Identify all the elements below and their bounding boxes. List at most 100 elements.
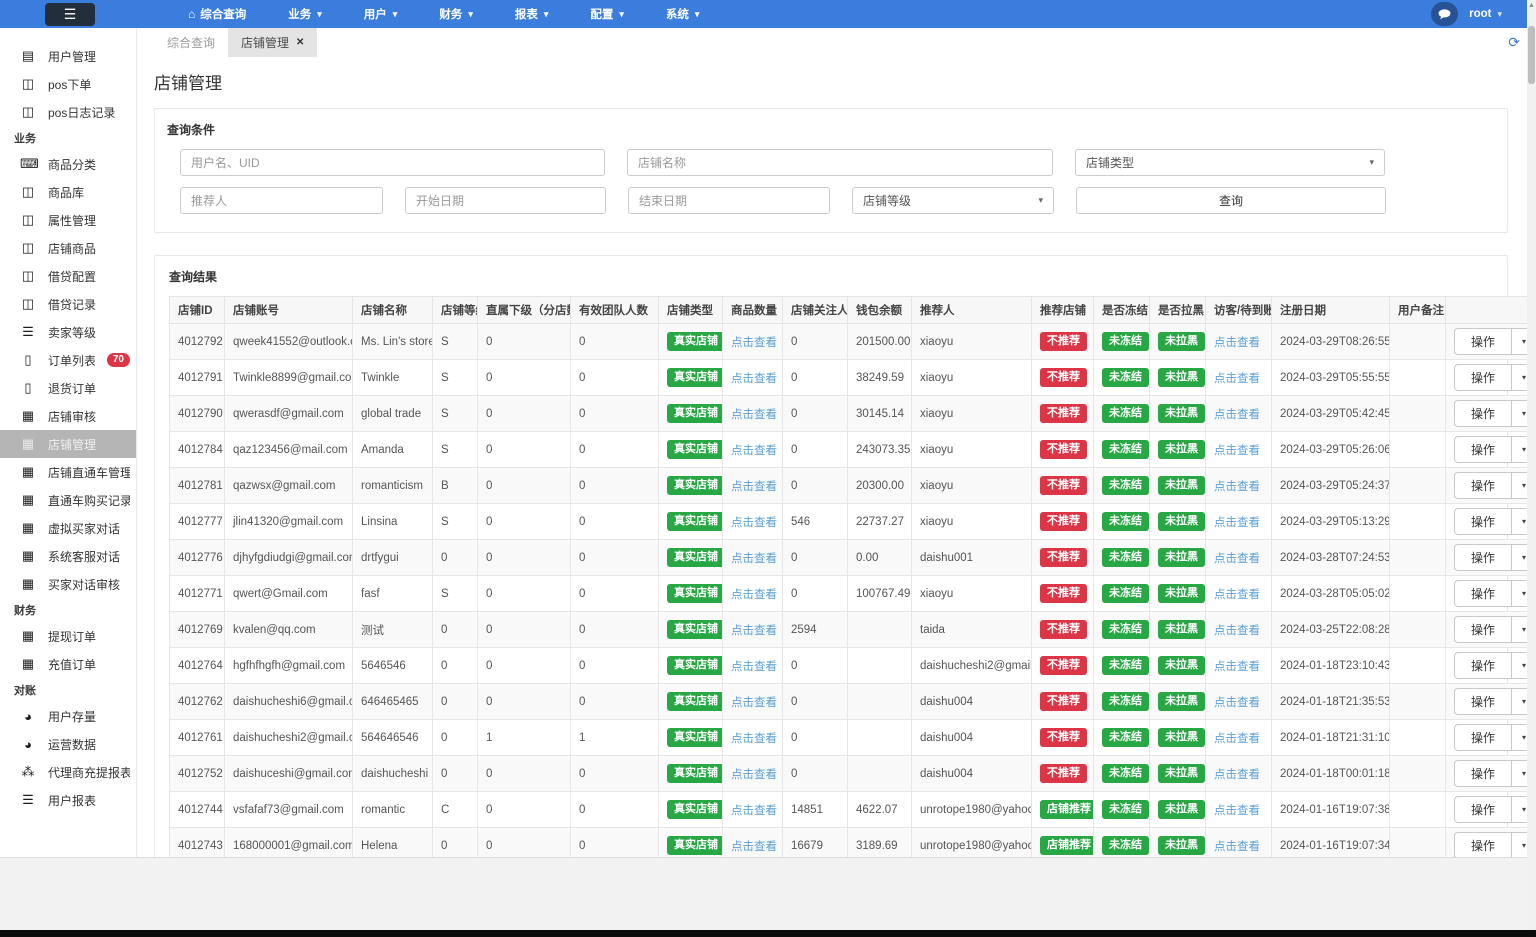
visit-view-link[interactable]: 点击查看 — [1214, 481, 1260, 493]
refresh-button[interactable]: ⟳ — [1508, 28, 1520, 57]
goods-view-link[interactable]: 点击查看 — [731, 661, 777, 673]
goods-view-link[interactable]: 点击查看 — [731, 805, 777, 817]
tab-query-tab[interactable]: 综合查询 — [154, 28, 228, 57]
tab-shop-management-tab[interactable]: 店铺管理 ✕ — [228, 28, 318, 57]
action-button[interactable]: 操作 — [1454, 760, 1513, 787]
visit-view-link[interactable]: 点击查看 — [1214, 517, 1260, 529]
sidebar-item-loan-config[interactable]: ◫ 借贷配置 — [0, 262, 136, 290]
action-button[interactable]: 操作 — [1454, 400, 1513, 427]
sidebar-item-return-orders[interactable]: ▯ 退货订单 — [0, 374, 136, 402]
sidebar-item-order-list[interactable]: ▯ 订单列表 70 — [0, 346, 136, 374]
sidebar-item-user-management[interactable]: ▤ 用户管理 — [0, 42, 136, 70]
close-icon[interactable]: ✕ — [296, 37, 304, 48]
goods-view-link[interactable]: 点击查看 — [731, 517, 777, 529]
sidebar-item-train-purchase-records[interactable]: ▦ 直通车购买记录 — [0, 486, 136, 514]
goods-view-link[interactable]: 点击查看 — [731, 733, 777, 745]
sidebar-item-buyer-chat-review[interactable]: ▦ 买家对话审核 — [0, 570, 136, 598]
nav-item-reports[interactable]: 报表 ▾ — [515, 6, 549, 22]
goods-view-link[interactable]: 点击查看 — [731, 625, 777, 637]
recommend-cell: 店铺推荐 — [1031, 791, 1094, 828]
user-menu[interactable]: root ▾ — [1469, 8, 1502, 20]
action-button-group: 操作 ▾ — [1454, 544, 1536, 571]
register-date-cell: 2024-03-28T05:05:02 — [1271, 575, 1390, 612]
sidebar-item-virtual-buyer-chat[interactable]: ▦ 虚拟买家对话 — [0, 514, 136, 542]
messages-button[interactable] — [1431, 2, 1459, 26]
visit-view-link[interactable]: 点击查看 — [1214, 697, 1260, 709]
sidebar-section-finance: 财务 — [14, 605, 36, 617]
goods-view-link[interactable]: 点击查看 — [731, 697, 777, 709]
action-button[interactable]: 操作 — [1454, 652, 1513, 679]
visit-view-link[interactable]: 点击查看 — [1214, 553, 1260, 565]
visit-view-link[interactable]: 点击查看 — [1214, 373, 1260, 385]
visit-view-link[interactable]: 点击查看 — [1214, 805, 1260, 817]
goods-view-link[interactable]: 点击查看 — [731, 841, 777, 853]
sidebar-item-loan-records[interactable]: ◫ 借贷记录 — [0, 290, 136, 318]
search-button[interactable]: 查询 — [1076, 187, 1386, 214]
sidebar-item-shop-management[interactable]: ▦ 店铺管理 — [0, 430, 136, 458]
visit-view-link[interactable]: 点击查看 — [1214, 409, 1260, 421]
sidebar-item-shop-review[interactable]: ▦ 店铺审核 — [0, 402, 136, 430]
sidebar-item-recharge-orders[interactable]: ▦ 充值订单 — [0, 650, 136, 678]
register-date-cell: 2024-01-18T00:01:18 — [1271, 755, 1390, 792]
sidebar-item-system-service-chat[interactable]: ▦ 系统客服对话 — [0, 542, 136, 570]
action-button[interactable]: 操作 — [1454, 364, 1513, 391]
nav-item-query[interactable]: ⌂ 综合查询 — [188, 6, 246, 22]
action-button[interactable]: 操作 — [1454, 796, 1513, 823]
sidebar-item-withdraw-orders[interactable]: ▦ 提现订单 — [0, 622, 136, 650]
goods-view-link[interactable]: 点击查看 — [731, 409, 777, 421]
action-button[interactable]: 操作 — [1454, 688, 1513, 715]
action-button[interactable]: 操作 — [1454, 616, 1513, 643]
sidebar-item-pos-log[interactable]: ◫ pos日志记录 — [0, 98, 136, 126]
goods-view-link[interactable]: 点击查看 — [731, 769, 777, 781]
nav-item-users[interactable]: 用户 ▾ — [364, 6, 398, 22]
action-button[interactable]: 操作 — [1454, 544, 1513, 571]
end-date-input[interactable] — [628, 187, 830, 214]
shop-name-input[interactable] — [627, 149, 1053, 176]
sidebar-item-shop-goods[interactable]: ◫ 店铺商品 — [0, 234, 136, 262]
visit-view-link[interactable]: 点击查看 — [1214, 625, 1260, 637]
scrollbar-thumb[interactable] — [1528, 26, 1535, 84]
shop-level-select[interactable]: 店铺等级 ▾ — [852, 187, 1054, 214]
sidebar-item-attribute-management[interactable]: ◫ 属性管理 — [0, 206, 136, 234]
sidebar-item-agent-report[interactable]: ⁂ 代理商充提报表 — [0, 758, 136, 786]
action-button[interactable]: 操作 — [1454, 508, 1513, 535]
goods-view-link[interactable]: 点击查看 — [731, 553, 777, 565]
nav-item-business[interactable]: 业务 ▾ — [288, 6, 322, 22]
action-button[interactable]: 操作 — [1454, 724, 1513, 751]
action-button[interactable]: 操作 — [1454, 472, 1513, 499]
action-button[interactable]: 操作 — [1454, 580, 1513, 607]
visit-view-link[interactable]: 点击查看 — [1214, 337, 1260, 349]
sidebar-item-operation-data[interactable]: ◕ 运营数据 — [0, 730, 136, 758]
shop-type-select[interactable]: 店铺类型 ▾ — [1075, 149, 1385, 176]
goods-view-link[interactable]: 点击查看 — [731, 481, 777, 493]
sidebar-item-user-report[interactable]: ☰ 用户报表 — [0, 786, 136, 814]
sidebar-item-pos-order[interactable]: ◫ pos下单 — [0, 70, 136, 98]
visit-view-link[interactable]: 点击查看 — [1214, 445, 1260, 457]
nav-item-finance[interactable]: 财务 ▾ — [439, 6, 473, 22]
visit-view-link[interactable]: 点击查看 — [1214, 769, 1260, 781]
sidebar-item-seller-level[interactable]: ☰ 卖家等级 — [0, 318, 136, 346]
sidebar-item-goods-library[interactable]: ◫ 商品库 — [0, 178, 136, 206]
sidebar-item-shop-train-management[interactable]: ▦ 店铺直通车管理 — [0, 458, 136, 486]
visit-view-link[interactable]: 点击查看 — [1214, 661, 1260, 673]
goods-view-link[interactable]: 点击查看 — [731, 373, 777, 385]
goods-view-link[interactable]: 点击查看 — [731, 445, 777, 457]
vertical-scrollbar[interactable]: ▲ — [1527, 0, 1536, 930]
goods-view-link[interactable]: 点击查看 — [731, 589, 777, 601]
visit-view-link[interactable]: 点击查看 — [1214, 733, 1260, 745]
start-date-input[interactable] — [405, 187, 606, 214]
action-button[interactable]: 操作 — [1454, 328, 1513, 355]
visit-view-link[interactable]: 点击查看 — [1214, 589, 1260, 601]
sidebar-item-user-balance[interactable]: ◕ 用户存量 — [0, 702, 136, 730]
username-uid-input[interactable] — [180, 149, 605, 176]
nav-item-config[interactable]: 配置 ▾ — [590, 6, 624, 22]
sidebar-item-goods-category[interactable]: ⌨ 商品分类 — [0, 150, 136, 178]
action-button-group: 操作 ▾ — [1454, 436, 1536, 463]
referrer-input[interactable] — [180, 187, 383, 214]
visit-view-link[interactable]: 点击查看 — [1214, 841, 1260, 853]
sidebar-toggle-button[interactable]: ☰ — [45, 2, 95, 26]
goods-view-link[interactable]: 点击查看 — [731, 337, 777, 349]
action-button[interactable]: 操作 — [1454, 436, 1513, 463]
action-button[interactable]: 操作 — [1454, 832, 1513, 857]
nav-item-system[interactable]: 系统 ▾ — [666, 6, 700, 22]
